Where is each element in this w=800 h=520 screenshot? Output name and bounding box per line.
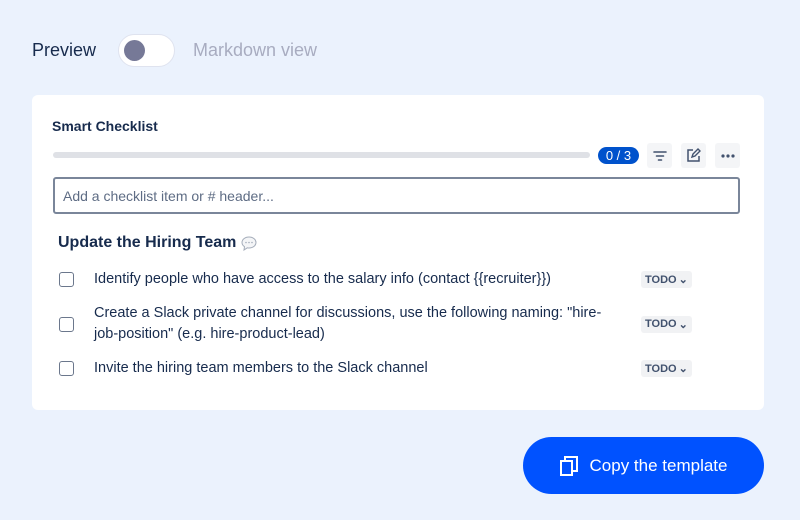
filter-button[interactable]	[647, 143, 672, 168]
markdown-view-toggle[interactable]	[118, 34, 175, 67]
checklist-title: Smart Checklist	[52, 118, 158, 134]
more-button[interactable]	[715, 143, 740, 168]
progress-bar	[53, 152, 590, 158]
status-label: TODO	[645, 318, 677, 330]
comment-icon	[241, 235, 257, 251]
chevron-down-icon: ⌄	[678, 274, 688, 286]
markdown-view-label: Markdown view	[193, 40, 318, 60]
more-icon	[720, 153, 735, 158]
chevron-down-icon: ⌄	[678, 318, 688, 331]
chevron-down-icon: ⌄	[678, 363, 688, 375]
toggle-knob	[124, 40, 145, 61]
item-text: Identify people who have access to the s…	[94, 271, 552, 287]
copy-template-label: Copy the template	[589, 455, 728, 475]
section-heading-text: Update the Hiring Team	[58, 234, 237, 251]
edit-button[interactable]	[681, 143, 706, 168]
item-text: Create a Slack private channel for discu…	[94, 305, 602, 342]
status-dropdown[interactable]: TODO ⌄	[641, 315, 692, 333]
smart-checklist-card: Smart Checklist 0 / 3 Update the Hiring …	[32, 95, 764, 410]
filter-icon	[652, 150, 667, 161]
status-label: TODO	[645, 273, 677, 286]
preview-label: Preview	[32, 40, 97, 60]
item-checkbox[interactable]	[59, 361, 74, 376]
status-dropdown[interactable]: TODO ⌄	[641, 360, 692, 377]
progress-badge: 0 / 3	[598, 147, 639, 164]
add-item-input[interactable]	[53, 177, 740, 214]
copy-template-button[interactable]: Copy the template	[523, 437, 764, 494]
status-label: TODO	[645, 362, 677, 375]
edit-icon	[687, 148, 701, 162]
copy-icon	[559, 455, 578, 476]
item-text: Invite the hiring team members to the Sl…	[94, 360, 428, 376]
checklist-item: Identify people who have access to the s…	[59, 269, 699, 290]
checklist-item: Invite the hiring team members to the Sl…	[59, 358, 699, 379]
checklist-item: Create a Slack private channel for discu…	[59, 303, 699, 345]
item-checkbox[interactable]	[59, 272, 74, 287]
status-dropdown[interactable]: TODO ⌄	[641, 271, 692, 288]
item-checkbox[interactable]	[59, 316, 74, 332]
section-heading: Update the Hiring Team	[58, 234, 257, 252]
